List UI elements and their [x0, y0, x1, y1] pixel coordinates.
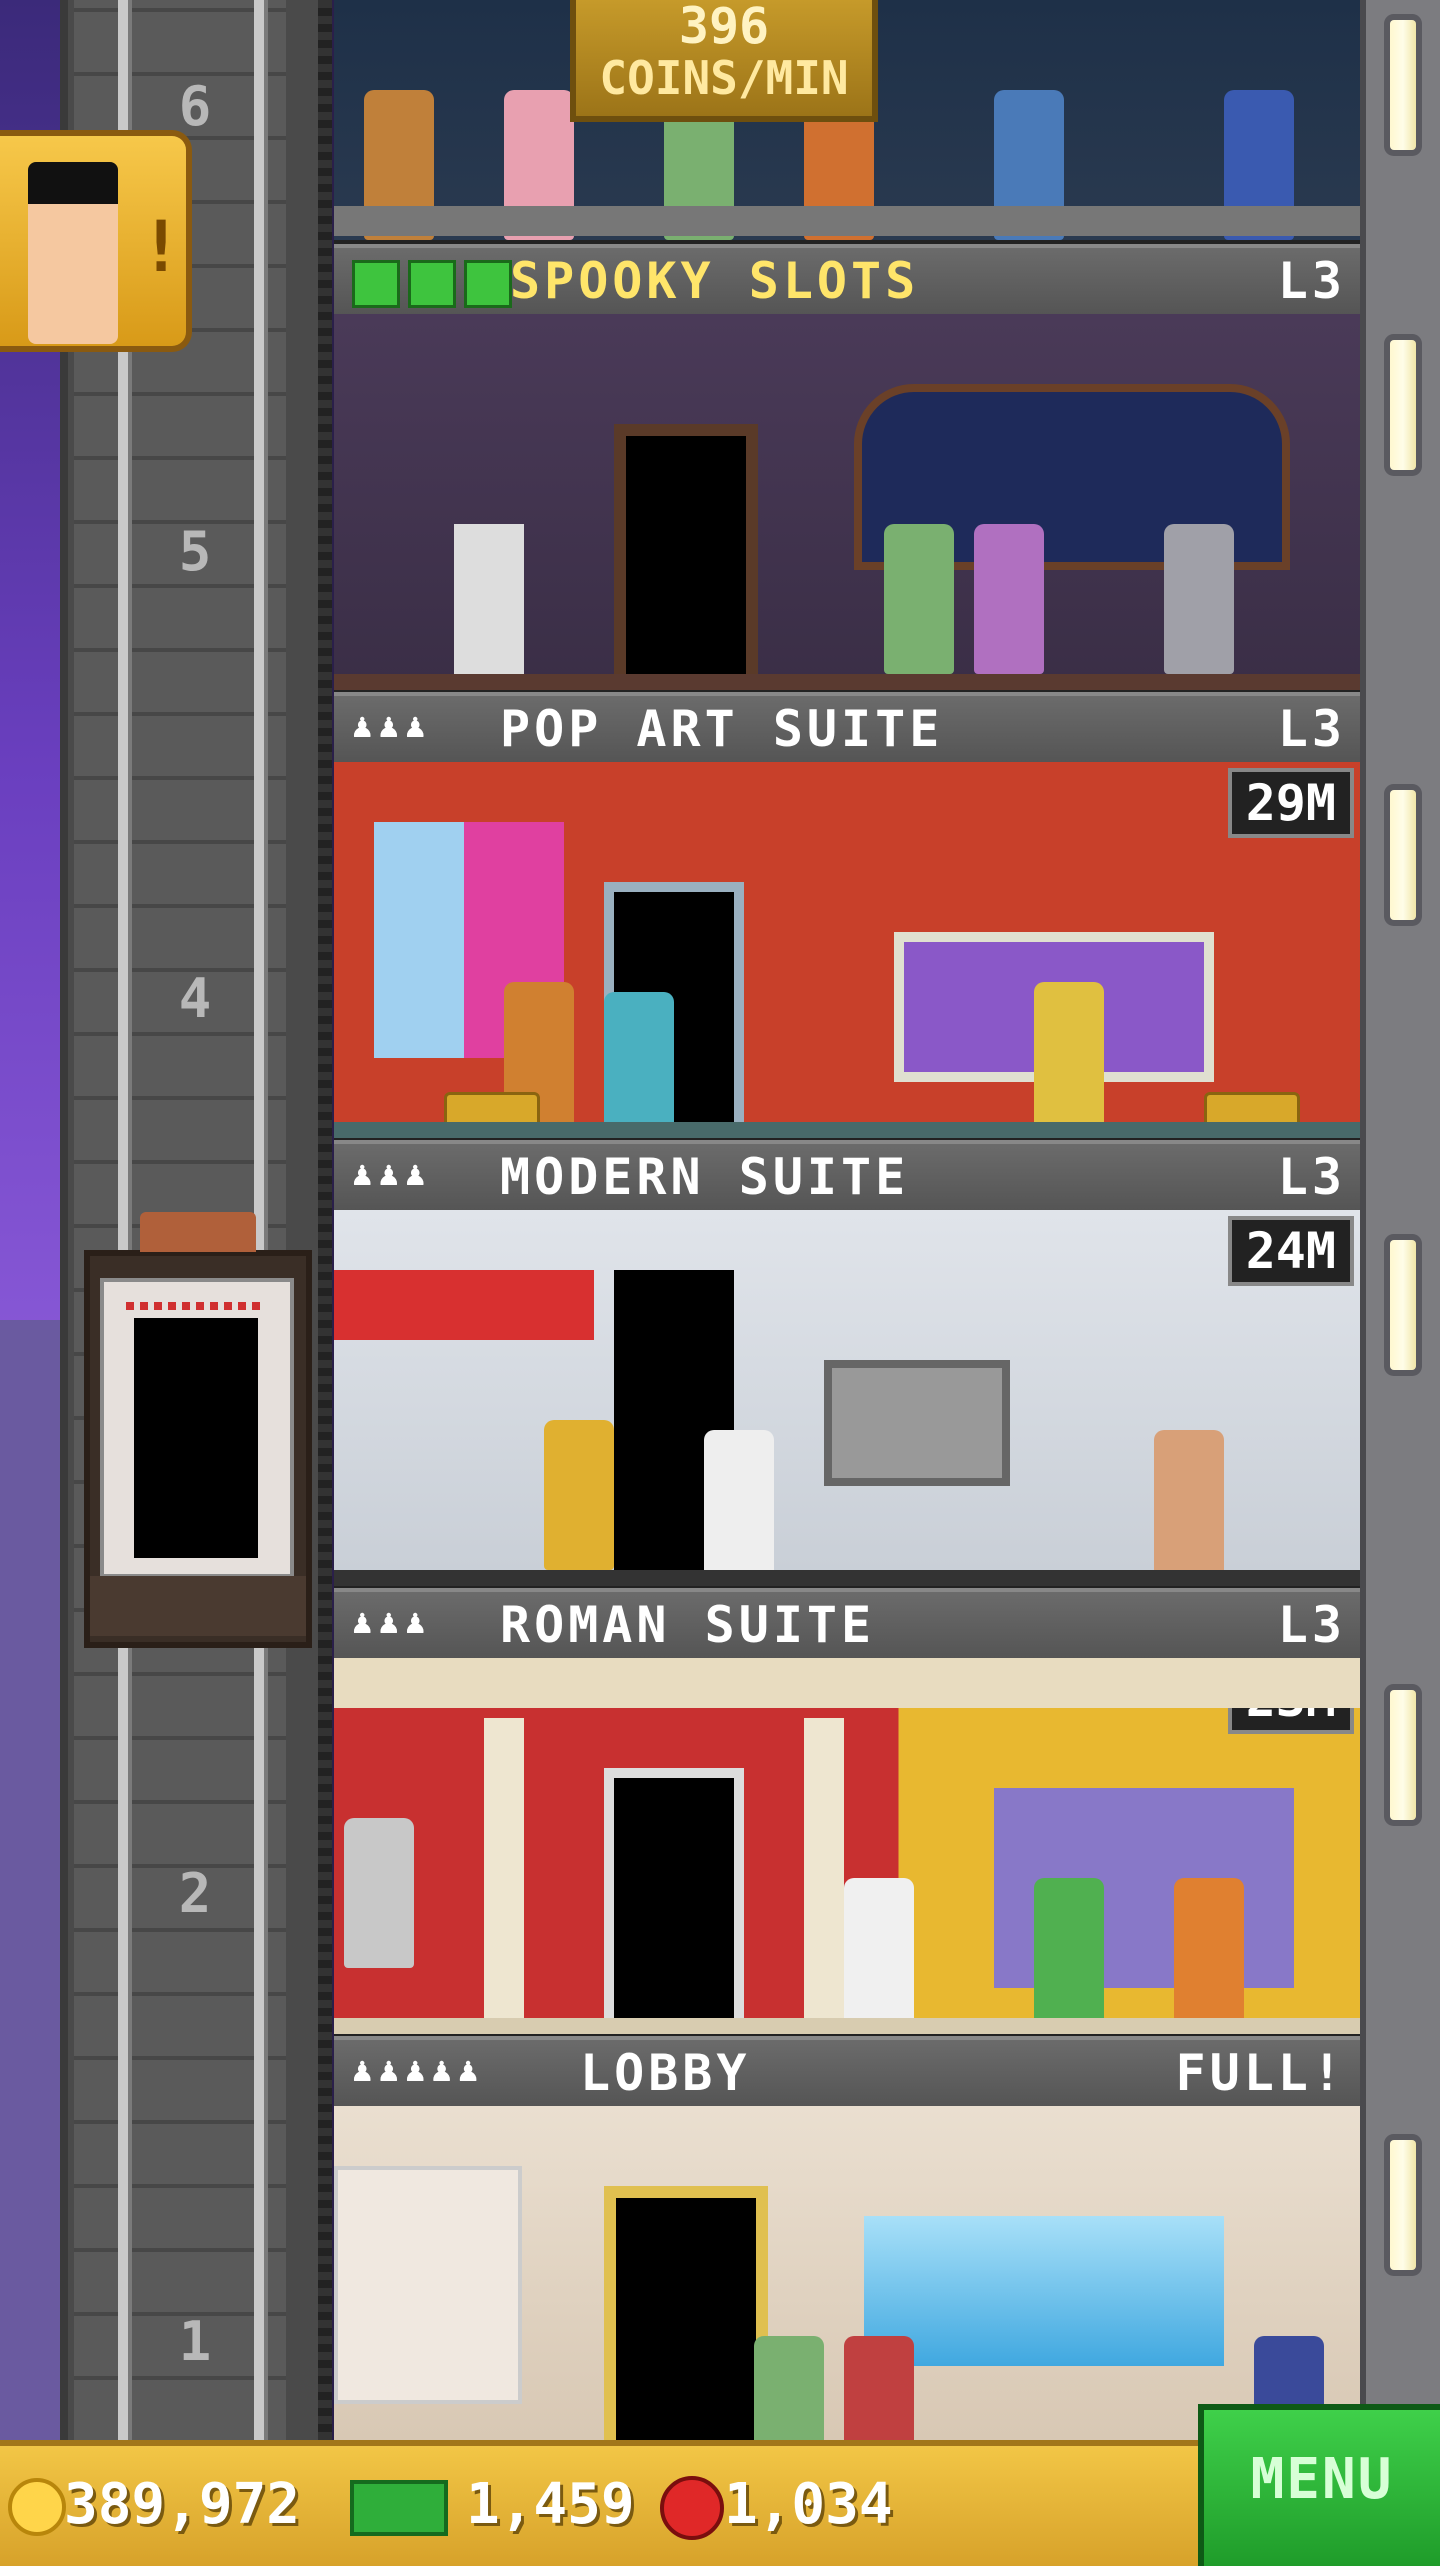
slot-machine: [454, 524, 524, 684]
bux-icon: [660, 2476, 724, 2540]
alert-icon: !: [140, 206, 183, 288]
floor-status: FULL!: [1175, 2044, 1346, 2102]
floor-name: SPOOKY SLOTS: [510, 252, 920, 310]
bellhop-sprite: [844, 2336, 914, 2440]
resident-icons: ♟♟♟: [352, 1154, 432, 1194]
visitor-avatar-button[interactable]: !: [0, 130, 192, 352]
elevator-cable: [318, 0, 332, 2440]
floor-header-spooky-slots[interactable]: SPOOKY SLOTS L3: [334, 244, 1360, 318]
visitor-avatar-icon: [28, 162, 118, 344]
room-door: [614, 424, 758, 690]
bux-value: 1,034: [724, 2472, 893, 2537]
floor-level: L3: [1277, 252, 1346, 310]
resident-sprite: [604, 992, 674, 1138]
resident-icons: ♟♟♟♟♟: [352, 2050, 485, 2090]
floor-room-pop-art-suite[interactable]: 29M: [334, 762, 1360, 1138]
elevator-passenger-icon: [140, 1212, 256, 1252]
elevator-lights: [126, 1302, 266, 1310]
floor-header-roman-suite[interactable]: ♟♟♟ ROMAN SUITE L3: [334, 1588, 1360, 1662]
window-light: [1390, 2140, 1416, 2270]
elevator-rail-right: [254, 0, 268, 2440]
check-icon: [352, 260, 400, 308]
window-light: [1390, 1690, 1416, 1820]
resident-icons: ♟♟♟: [352, 1602, 432, 1642]
roman-column: [804, 1718, 844, 2018]
window-light: [1390, 340, 1416, 470]
room-door: [604, 2186, 768, 2440]
floor-counter: [334, 206, 1360, 236]
elevator-frame: [100, 1278, 294, 1578]
floor-level: L3: [1277, 700, 1346, 758]
menu-button[interactable]: MENU: [1198, 2404, 1440, 2566]
resident-sprite: [974, 524, 1044, 674]
resident-icons: ♟♟♟: [352, 706, 432, 746]
resident-sprite: [1034, 1878, 1104, 2028]
floor-name: POP ART SUITE: [500, 700, 944, 758]
window-light: [1390, 20, 1416, 150]
elevator-rail-left: [118, 0, 132, 2440]
resident-sprite: [844, 1878, 914, 2028]
rent-timer[interactable]: 24M: [1227, 1216, 1354, 1286]
resident-sprite: [704, 1430, 774, 1580]
cash-icon: [350, 2480, 448, 2536]
floor-header-modern-suite[interactable]: ♟♟♟ MODERN SUITE L3: [334, 1140, 1360, 1214]
floor-board: [334, 1122, 1360, 1138]
check-icon: [464, 260, 512, 308]
cash-value: 1,459: [466, 2472, 635, 2537]
floor-number-4: 4: [178, 967, 212, 1030]
coins-rate-unit: COINS/MIN: [599, 51, 849, 105]
bux-display[interactable]: 1,034: [660, 2472, 984, 2542]
resident-sprite: [1154, 1430, 1224, 1580]
floor-level: L3: [1277, 1148, 1346, 1206]
roman-column: [484, 1718, 524, 2018]
elevator-base: [90, 1576, 306, 1636]
resident-sprite: [1034, 982, 1104, 1132]
resident-sprite: [754, 2336, 824, 2440]
resident-sprite: [1174, 1878, 1244, 2028]
rent-timer[interactable]: 29M: [1227, 768, 1354, 838]
floor-name: ROMAN SUITE: [500, 1596, 876, 1654]
elevator-door: [134, 1318, 258, 1558]
room-door: [604, 1768, 744, 2034]
statue-sprite: [344, 1818, 414, 1968]
check-icon: [408, 260, 456, 308]
coin-icon: [8, 2478, 66, 2536]
floor-number-6: 6: [178, 75, 212, 138]
floor-name: MODERN SUITE: [500, 1148, 910, 1206]
floor-number-2: 2: [178, 1862, 212, 1925]
lobby-art: [334, 2166, 522, 2404]
floor-room-spooky-slots[interactable]: [334, 314, 1360, 690]
floor-header-lobby[interactable]: ♟♟♟♟♟ LOBBY FULL!: [334, 2036, 1360, 2110]
floor-room-modern-suite[interactable]: 24M: [334, 1210, 1360, 1586]
coins-rate-value: 396: [678, 0, 770, 55]
wall-stripe: [334, 1270, 594, 1340]
floor-board: [334, 674, 1360, 690]
coins-per-minute-badge: 396 COINS/MIN: [570, 0, 878, 122]
coins-value: 389,972: [64, 2472, 301, 2537]
coins-display[interactable]: 389,972: [8, 2472, 384, 2542]
aquarium: [864, 2216, 1224, 2366]
tv-screen: [824, 1360, 1010, 1486]
resident-sprite: [884, 524, 954, 674]
roman-cornice: [334, 1658, 1360, 1708]
floor-header-pop-art-suite[interactable]: ♟♟♟ POP ART SUITE L3: [334, 692, 1360, 766]
floor-number-1: 1: [178, 2310, 212, 2373]
floor-number-5: 5: [178, 520, 212, 583]
zombie-sprite: [1164, 524, 1234, 674]
resident-sprite: [544, 1420, 614, 1570]
window-light: [1390, 1240, 1416, 1370]
window-light: [1390, 790, 1416, 920]
floor-room-lobby[interactable]: [334, 2106, 1360, 2440]
floor-room-roman-suite[interactable]: 23M: [334, 1658, 1360, 2034]
floor-board: [334, 2018, 1360, 2034]
elevator-car[interactable]: [84, 1212, 312, 1648]
city-silhouette: [0, 1320, 60, 2560]
check-icons: [352, 260, 520, 317]
floor-level: L3: [1277, 1596, 1346, 1654]
floor-board: [334, 1570, 1360, 1586]
floor-name: LOBBY: [580, 2044, 751, 2102]
